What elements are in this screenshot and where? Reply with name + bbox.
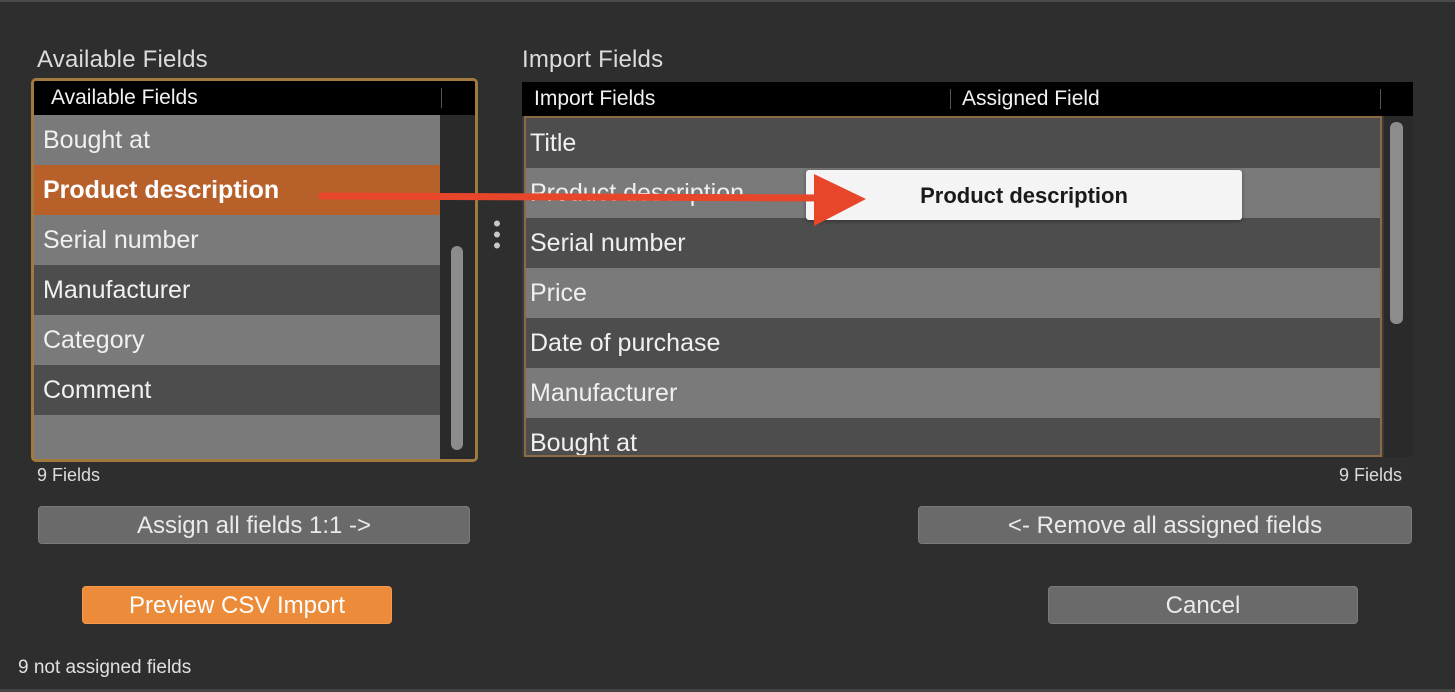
right-scrollbar-track[interactable]	[1384, 116, 1413, 457]
available-fields-list: Bought at Product description Serial num…	[34, 115, 440, 459]
list-item[interactable]: Serial number	[34, 215, 440, 265]
import-fields-list: Title Product description Serial number …	[526, 118, 1380, 455]
left-scrollbar-thumb[interactable]	[451, 246, 463, 450]
list-item[interactable]: Bought at	[34, 115, 440, 165]
cancel-button[interactable]: Cancel	[1048, 586, 1358, 624]
table-row[interactable]: Manufacturer	[526, 368, 1380, 418]
column-header-available-fields[interactable]: Available Fields	[40, 81, 198, 115]
remove-all-assigned-button[interactable]: <- Remove all assigned fields	[918, 506, 1412, 544]
column-header-import-fields[interactable]: Import Fields	[523, 82, 655, 116]
available-fields-count: 9 Fields	[37, 465, 101, 485]
import-fields-table[interactable]: Import Fields Assigned Field Title Produ…	[522, 82, 1413, 457]
left-scrollbar-track[interactable]	[440, 115, 475, 459]
import-fields-count: 9 Fields	[1339, 465, 1403, 485]
preview-csv-import-button[interactable]: Preview CSV Import	[82, 586, 392, 624]
import-fields-table-header: Import Fields Assigned Field	[522, 82, 1413, 116]
table-row[interactable]: Title	[526, 118, 1380, 168]
not-assigned-status: 9 not assigned fields	[18, 657, 192, 678]
list-item-selected[interactable]: Product description	[34, 165, 440, 215]
drag-preview-chip: Product description	[806, 170, 1242, 220]
list-item[interactable]: Comment	[34, 365, 440, 415]
window-top-border	[0, 0, 1455, 2]
table-row[interactable]: Date of purchase	[526, 318, 1380, 368]
list-item[interactable]: Manufacturer	[34, 265, 440, 315]
right-scrollbar-thumb[interactable]	[1390, 122, 1403, 324]
assign-all-fields-button[interactable]: Assign all fields 1:1 ->	[38, 506, 470, 544]
table-row[interactable]: Price	[526, 268, 1380, 318]
available-fields-table-header: Available Fields	[34, 81, 475, 115]
list-item[interactable]: Category	[34, 315, 440, 365]
import-fields-title: Import Fields	[522, 46, 664, 73]
splitter-handle[interactable]: • • •	[492, 213, 502, 258]
available-fields-table[interactable]: Available Fields Bought at Product descr…	[31, 78, 478, 462]
column-separator	[1380, 89, 1381, 109]
list-item[interactable]	[34, 415, 440, 459]
column-separator	[441, 88, 442, 108]
import-fields-drop-target[interactable]: Title Product description Serial number …	[524, 116, 1382, 457]
column-header-assigned-field[interactable]: Assigned Field	[951, 82, 1100, 116]
table-row[interactable]: Serial number	[526, 218, 1380, 268]
available-fields-title: Available Fields	[37, 46, 208, 73]
table-row[interactable]: Bought at	[526, 418, 1380, 455]
